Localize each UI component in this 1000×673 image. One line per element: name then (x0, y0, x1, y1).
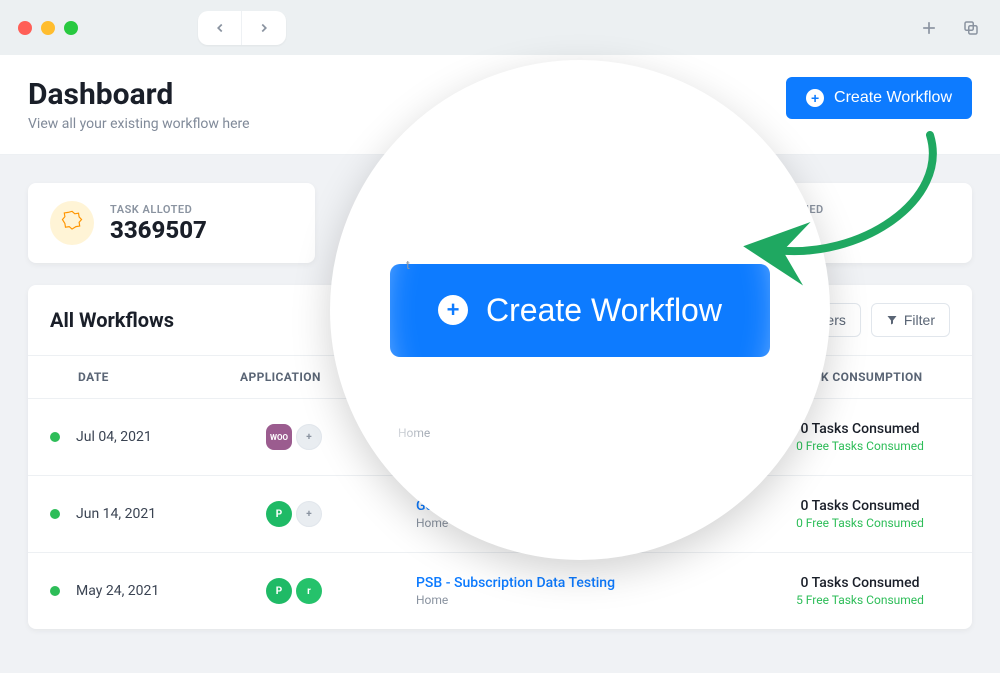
app-icon-r: r (296, 578, 322, 604)
plus-circle-icon: + (806, 89, 824, 107)
free-tasks-consumed: 0 Free Tasks Consumed (770, 439, 950, 453)
chevron-left-icon (213, 21, 227, 35)
create-workflow-button[interactable]: + Create Workflow (786, 77, 972, 119)
create-workflow-button-zoomed[interactable]: + Create Workflow (390, 264, 770, 357)
minimize-window-button[interactable] (41, 21, 55, 35)
free-tasks-consumed: 0 Free Tasks Consumed (770, 516, 950, 530)
row-name-col: PSB - Subscription Data Testing Home (416, 575, 770, 607)
table-row[interactable]: May 24, 2021 P r PSB - Subscription Data… (28, 553, 972, 629)
tasks-consumed: 0 Tasks Consumed (770, 575, 950, 591)
page-title: Dashboard (28, 77, 250, 112)
row-task-col: 0 Tasks Consumed 5 Free Tasks Consumed (770, 575, 950, 607)
page-subtitle: View all your existing workflow here (28, 116, 250, 132)
panel-title: All Workflows (50, 308, 174, 332)
chrome-right-controls (918, 17, 982, 39)
row-apps: P + (266, 501, 416, 527)
row-date: Jul 04, 2021 (76, 429, 266, 445)
nav-back-button[interactable] (198, 11, 242, 45)
zoom-fade-text: t (406, 258, 410, 272)
seal-icon (58, 209, 86, 237)
nav-forward-button[interactable] (242, 11, 286, 45)
row-apps: P r (266, 578, 416, 604)
plus-circle-icon: + (438, 295, 468, 325)
free-tasks-consumed: 5 Free Tasks Consumed (770, 593, 950, 607)
plus-icon (919, 18, 939, 38)
filter-label: Filter (904, 312, 935, 328)
app-icon-woo: WOO (266, 424, 292, 450)
app-icon-add[interactable]: + (296, 501, 322, 527)
workflow-sub: Home (416, 593, 770, 607)
zoom-callout: + Create Workflow t Home (330, 60, 830, 560)
app-icon-p: P (266, 501, 292, 527)
task-alloted-card: TASK ALLOTED 3369507 (28, 183, 315, 263)
traffic-lights (18, 21, 78, 35)
status-dot-active (50, 586, 60, 596)
status-dot-active (50, 509, 60, 519)
new-tab-button[interactable] (918, 17, 940, 39)
status-dot-active (50, 432, 60, 442)
tasks-consumed: 0 Tasks Consumed (770, 498, 950, 514)
zoom-fade-text: Home (398, 426, 430, 440)
zoom-inner: + Create Workflow t Home (350, 80, 810, 540)
filter-button[interactable]: Filter (871, 303, 950, 337)
nav-pill (198, 11, 286, 45)
create-workflow-label: Create Workflow (834, 89, 952, 107)
filter-icon (886, 314, 898, 326)
maximize-window-button[interactable] (64, 21, 78, 35)
app-icon-p: P (266, 578, 292, 604)
badge-icon (50, 201, 94, 245)
create-workflow-label-zoomed: Create Workflow (486, 292, 722, 329)
app-icon-add[interactable]: + (296, 424, 322, 450)
workflow-name[interactable]: PSB - Subscription Data Testing (416, 575, 770, 591)
task-alloted-value: 3369507 (110, 216, 207, 244)
close-window-button[interactable] (18, 21, 32, 35)
task-alloted-label: TASK ALLOTED (110, 203, 207, 216)
col-date-header: DATE (50, 370, 240, 384)
row-date: Jun 14, 2021 (76, 506, 266, 522)
duplicate-window-button[interactable] (960, 17, 982, 39)
header-left: Dashboard View all your existing workflo… (28, 77, 250, 132)
row-task-col: 0 Tasks Consumed 0 Free Tasks Consumed (770, 498, 950, 530)
stat-text: TASK ALLOTED 3369507 (110, 203, 207, 244)
copy-icon (962, 19, 980, 37)
window-chrome (0, 0, 1000, 55)
chevron-right-icon (257, 21, 271, 35)
row-date: May 24, 2021 (76, 583, 266, 599)
